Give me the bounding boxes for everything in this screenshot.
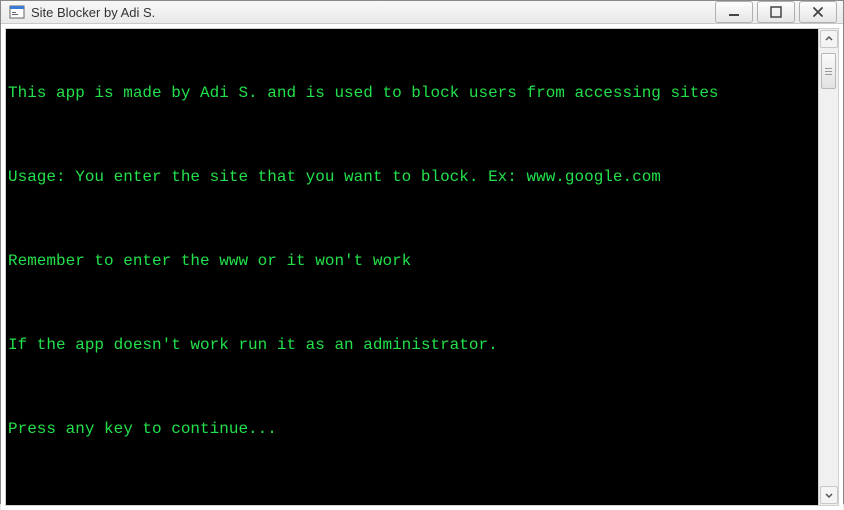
scroll-down-button[interactable] [820, 486, 838, 504]
chevron-up-icon [824, 34, 834, 44]
app-icon [9, 4, 25, 20]
console-line: This app is made by Adi S. and is used t… [8, 81, 818, 105]
scroll-thumb[interactable] [821, 53, 836, 89]
close-icon [812, 6, 824, 18]
app-window: Site Blocker by Adi S. This app is [0, 0, 844, 504]
maximize-icon [770, 6, 782, 18]
console-line: Usage: You enter the site that you want … [8, 165, 818, 189]
window-title: Site Blocker by Adi S. [31, 5, 709, 20]
minimize-button[interactable] [715, 1, 753, 23]
console-output[interactable]: This app is made by Adi S. and is used t… [6, 29, 818, 505]
window-controls [715, 1, 837, 23]
console-line: If the app doesn't work run it as an adm… [8, 333, 818, 357]
scroll-up-button[interactable] [820, 30, 838, 48]
console-container: This app is made by Adi S. and is used t… [5, 28, 839, 506]
titlebar[interactable]: Site Blocker by Adi S. [1, 1, 843, 24]
console-line: Press any key to continue... [8, 417, 818, 441]
maximize-button[interactable] [757, 1, 795, 23]
chevron-down-icon [824, 490, 834, 500]
client-area: This app is made by Adi S. and is used t… [1, 24, 843, 510]
scroll-track[interactable] [819, 49, 838, 485]
vertical-scrollbar[interactable] [818, 29, 838, 505]
close-button[interactable] [799, 1, 837, 23]
minimize-icon [728, 6, 740, 18]
console-line: Remember to enter the www or it won't wo… [8, 249, 818, 273]
